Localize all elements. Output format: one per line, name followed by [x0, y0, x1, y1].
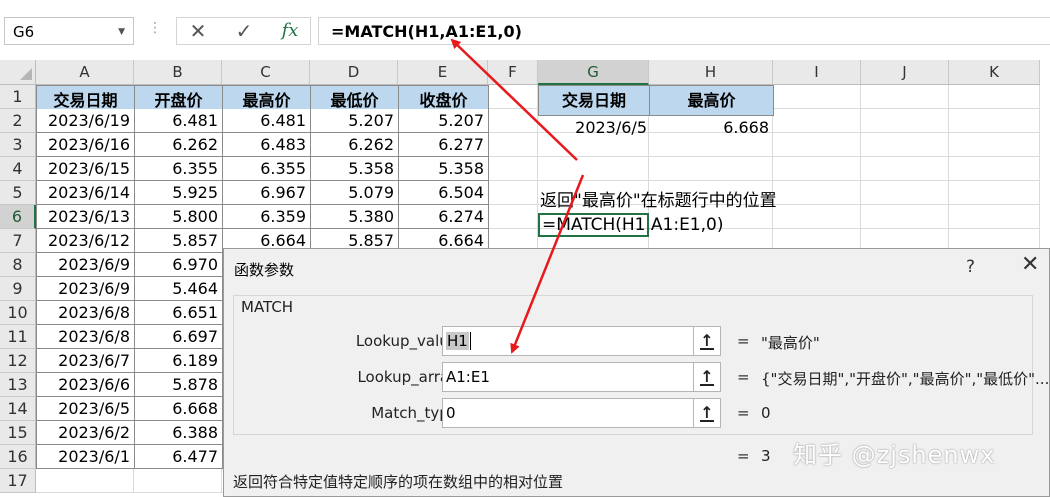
annotation-arrows	[450, 38, 585, 354]
arrow-to-lookup-value	[510, 174, 585, 354]
arrow-to-formula-bar	[450, 38, 578, 161]
